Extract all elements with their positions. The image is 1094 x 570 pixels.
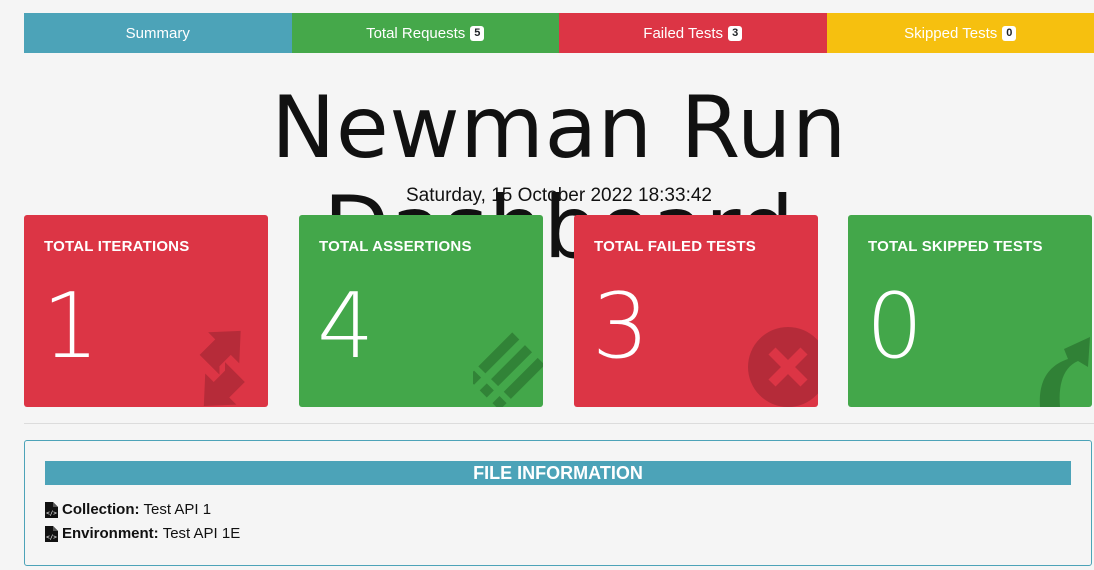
card-total-failed-tests: TOTAL FAILED TESTS 3 [574, 215, 818, 407]
card-value: 3 [592, 274, 650, 379]
card-label: TOTAL ITERATIONS [44, 238, 190, 255]
card-total-iterations: TOTAL ITERATIONS 1 [24, 215, 268, 407]
card-label: TOTAL SKIPPED TESTS [868, 238, 1043, 255]
file-information-panel: FILE INFORMATION </> Collection: Test AP… [24, 440, 1092, 566]
nav-tabs: Summary Total Requests 5 Failed Tests 3 … [24, 13, 1094, 53]
collection-row: </> Collection: Test API 1 [45, 501, 211, 518]
divider [24, 423, 1094, 424]
card-label: TOTAL FAILED TESTS [594, 238, 756, 255]
file-information-header: FILE INFORMATION [45, 461, 1071, 485]
file-code-icon: </> [45, 525, 58, 542]
svg-text:</>: </> [46, 510, 57, 517]
tab-total-requests[interactable]: Total Requests 5 [291, 13, 559, 53]
tab-summary[interactable]: Summary [24, 13, 292, 53]
svg-text:</>: </> [46, 534, 57, 541]
tab-total-requests-label: Total Requests [366, 24, 466, 42]
file-code-icon: </> [45, 501, 58, 518]
environment-label: Environment: [62, 525, 159, 542]
environment-value: Test API 1E [162, 525, 241, 542]
failed-tests-badge: 3 [728, 25, 743, 41]
card-value: 0 [866, 274, 924, 379]
environment-row: </> Environment: Test API 1E [45, 525, 240, 542]
collection-value: Test API 1 [143, 501, 212, 518]
card-value: 4 [317, 274, 375, 379]
refresh-icon [199, 330, 245, 406]
list-icon [473, 332, 543, 407]
tab-skipped-tests-label: Skipped Tests [904, 24, 998, 42]
card-label: TOTAL ASSERTIONS [319, 238, 472, 255]
times-circle-icon [748, 327, 818, 407]
card-total-skipped-tests: TOTAL SKIPPED TESTS 0 [848, 215, 1092, 407]
tab-summary-label: Summary [125, 24, 190, 42]
share-arrow-icon [1039, 337, 1090, 407]
card-total-assertions: TOTAL ASSERTIONS 4 [299, 215, 543, 407]
tab-failed-tests[interactable]: Failed Tests 3 [559, 13, 827, 53]
summary-cards: TOTAL ITERATIONS 1 TOTAL ASSERTIONS 4 TO… [24, 215, 1094, 407]
total-requests-badge: 5 [470, 25, 485, 41]
tab-failed-tests-label: Failed Tests [643, 24, 724, 42]
run-date: Saturday, 15 October 2022 18:33:42 [406, 185, 712, 206]
skipped-tests-badge: 0 [1002, 25, 1017, 41]
card-value: 1 [42, 274, 100, 379]
tab-skipped-tests[interactable]: Skipped Tests 0 [826, 13, 1094, 53]
collection-label: Collection: [62, 501, 140, 518]
